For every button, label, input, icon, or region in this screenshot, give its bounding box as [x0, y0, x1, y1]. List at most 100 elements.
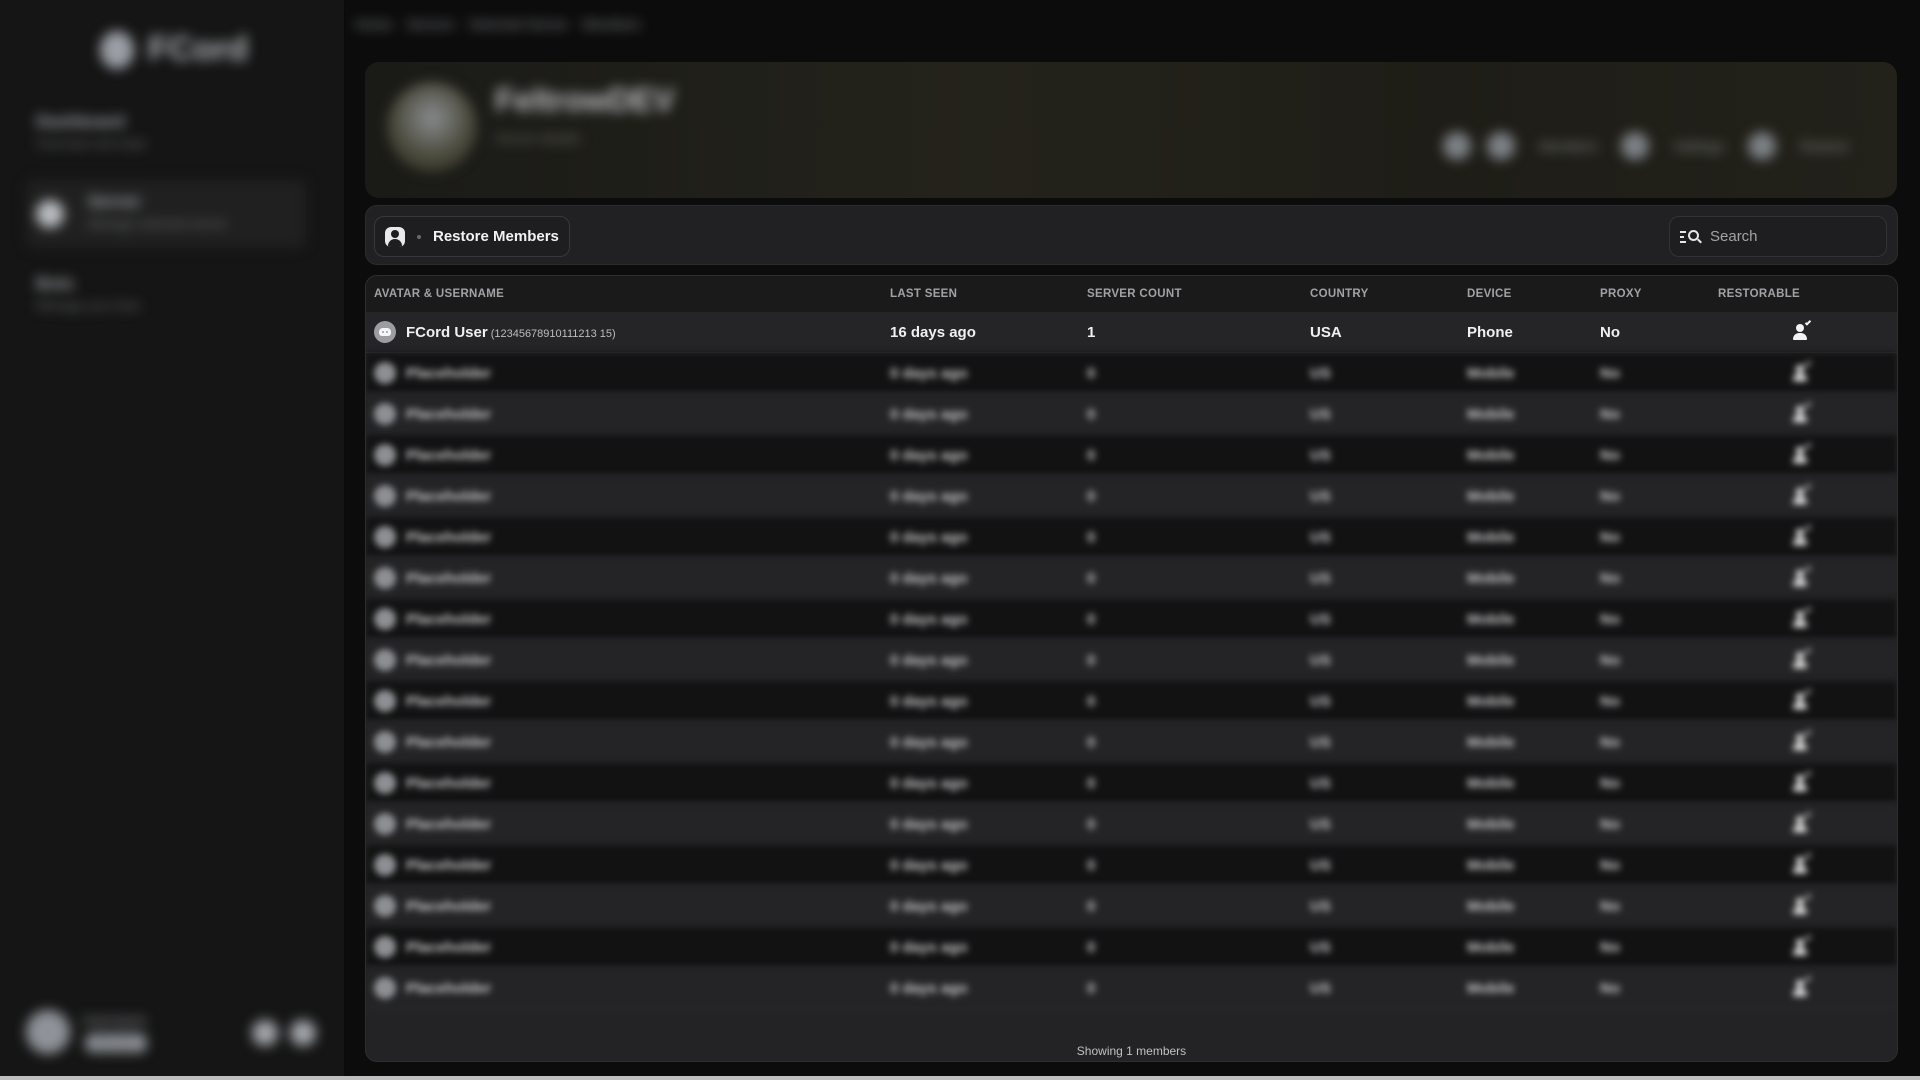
server-count-cell: 0 — [1087, 816, 1096, 833]
proxy-cell: No — [1600, 611, 1620, 628]
breadcrumb-item[interactable]: Selected Server — [469, 16, 569, 32]
user-check-icon — [1792, 688, 1814, 712]
brand-logo[interactable]: FCord — [100, 30, 248, 69]
last-seen-cell: 0 days ago — [890, 447, 968, 464]
device-cell: Mobile — [1467, 488, 1515, 505]
discord-icon — [379, 328, 391, 336]
proxy-cell: No — [1600, 406, 1620, 423]
country-cell: US — [1310, 775, 1331, 792]
column-header-country[interactable]: COUNTRY — [1310, 288, 1369, 300]
device-cell: Mobile — [1467, 693, 1515, 710]
server-subtitle: Server details — [495, 130, 581, 146]
table-row-placeholder: Placeholder 0 days ago 0 US Mobile No — [366, 435, 1897, 476]
username-cell: Placeholder — [406, 529, 492, 546]
user-check-icon — [1792, 524, 1814, 548]
settings-icon[interactable] — [252, 1020, 278, 1046]
proxy-cell: No — [1600, 488, 1620, 505]
sidebar-item-bots[interactable]: Bots Manage your bots — [26, 262, 306, 330]
country-cell: US — [1310, 898, 1331, 915]
restore-members-button[interactable]: Restore Members — [374, 216, 570, 257]
last-seen-cell: 0 days ago — [890, 488, 968, 505]
device-cell: Mobile — [1467, 857, 1515, 874]
device-cell: Mobile — [1467, 898, 1515, 915]
avatar — [374, 854, 396, 876]
user-name: Username — [82, 1012, 147, 1028]
avatar — [374, 608, 396, 630]
last-seen-cell: 0 days ago — [890, 611, 968, 628]
device-cell: Mobile — [1467, 980, 1515, 997]
column-header-last-seen[interactable]: LAST SEEN — [890, 288, 957, 300]
proxy-cell: No — [1600, 324, 1620, 341]
username-cell: Placeholder — [406, 816, 492, 833]
members-button[interactable]: Members — [1531, 138, 1605, 154]
action-icon[interactable] — [1443, 132, 1472, 160]
user-check-icon[interactable] — [1792, 319, 1814, 343]
username-cell: FCord User (12345678910111213 15) — [406, 324, 616, 341]
last-seen-cell: 0 days ago — [890, 406, 968, 423]
proxy-cell: No — [1600, 898, 1620, 915]
sidebar-item-dashboard[interactable]: Dashboard Overview and stats — [26, 100, 306, 168]
avatar — [374, 444, 396, 466]
username: FCord User — [406, 324, 488, 341]
table-row-placeholder: Placeholder 0 days ago 0 US Mobile No — [366, 394, 1897, 435]
table-row-placeholder: Placeholder 0 days ago 0 US Mobile No — [366, 886, 1897, 927]
table-row-placeholder: Placeholder 0 days ago 0 US Mobile No — [366, 763, 1897, 804]
username-cell: Placeholder — [406, 611, 492, 628]
sidebar-item-title: Server — [88, 192, 141, 211]
country-cell: US — [1310, 816, 1331, 833]
country-cell: US — [1310, 365, 1331, 382]
proxy-cell: No — [1600, 570, 1620, 587]
server-count-cell: 0 — [1087, 406, 1096, 423]
sidebar: FCord Dashboard Overview and stats Serve… — [0, 0, 345, 1080]
username-cell: Placeholder — [406, 980, 492, 997]
user-avatar[interactable] — [26, 1010, 70, 1054]
brand-name: FCord — [148, 30, 249, 68]
user-check-icon — [1792, 606, 1814, 630]
username-cell: Placeholder — [406, 652, 492, 669]
column-header-server-count[interactable]: SERVER COUNT — [1087, 288, 1182, 300]
country-cell: US — [1310, 447, 1331, 464]
avatar — [374, 649, 396, 671]
column-header-device[interactable]: DEVICE — [1467, 288, 1512, 300]
last-seen-cell: 0 days ago — [890, 939, 968, 956]
username-cell: Placeholder — [406, 447, 492, 464]
server-count-cell: 0 — [1087, 939, 1096, 956]
server-count-cell: 0 — [1087, 693, 1096, 710]
user-check-icon — [1792, 401, 1814, 425]
device-cell: Mobile — [1467, 529, 1515, 546]
server-count-cell: 0 — [1087, 570, 1096, 587]
table-row-placeholder: Placeholder 0 days ago 0 US Mobile No — [366, 804, 1897, 845]
avatar — [374, 731, 396, 753]
proxy-cell: No — [1600, 980, 1620, 997]
table-row[interactable]: FCord User (12345678910111213 15) 16 days… — [366, 312, 1897, 353]
avatar — [374, 936, 396, 958]
table-row-placeholder: Placeholder 0 days ago 0 US Mobile No — [366, 927, 1897, 968]
server-count-cell: 0 — [1087, 857, 1096, 874]
last-seen-cell: 0 days ago — [890, 693, 968, 710]
settings-button[interactable]: Settings — [1665, 138, 1732, 154]
column-header-avatar-username[interactable]: AVATAR & USERNAME — [374, 288, 504, 300]
column-header-restorable[interactable]: RESTORABLE — [1718, 288, 1800, 300]
proxy-cell: No — [1600, 857, 1620, 874]
table-row-placeholder: Placeholder 0 days ago 0 US Mobile No — [366, 968, 1897, 1009]
search-box[interactable] — [1669, 216, 1887, 257]
restore-button[interactable]: Restore — [1792, 138, 1857, 154]
user-check-icon — [1792, 811, 1814, 835]
user-check-icon — [1792, 975, 1814, 999]
breadcrumb-item: Members — [582, 16, 641, 32]
table-row-placeholder: Placeholder 0 days ago 0 US Mobile No — [366, 476, 1897, 517]
breadcrumb-item[interactable]: Home — [355, 16, 392, 32]
device-cell: Mobile — [1467, 570, 1515, 587]
sidebar-item-title: Bots — [36, 274, 74, 293]
sidebar-item-server[interactable]: Server Manage selected server — [26, 180, 306, 248]
column-header-proxy[interactable]: PROXY — [1600, 288, 1642, 300]
country-cell: US — [1310, 734, 1331, 751]
search-input[interactable] — [1710, 228, 1870, 245]
last-seen-cell: 0 days ago — [890, 652, 968, 669]
username-cell: Placeholder — [406, 898, 492, 915]
breadcrumb-item[interactable]: Servers — [406, 16, 454, 32]
avatar — [374, 321, 396, 343]
country-cell: US — [1310, 488, 1331, 505]
logout-icon[interactable] — [290, 1020, 316, 1046]
avatar — [374, 690, 396, 712]
